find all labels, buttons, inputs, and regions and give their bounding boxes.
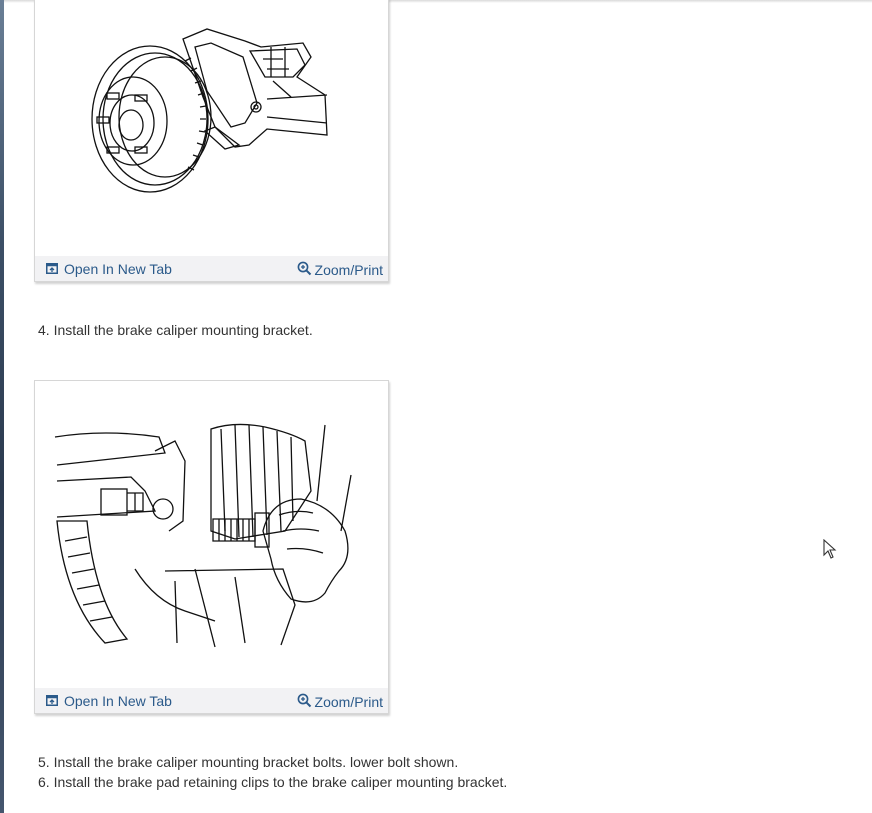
zoom-print-link[interactable]: Zoom/Print [297,693,383,711]
figure-2-image [35,381,388,688]
step-6-text: 6. Install the brake pad retaining clips… [38,774,508,790]
step-5-text: 5. Install the brake caliper mounting br… [38,754,459,770]
open-new-tab-icon [46,261,58,277]
figure-2: Open In New Tab Zoom/Print [34,380,389,714]
zoom-print-label: Zoom/Print [314,262,383,278]
mouse-cursor-icon [823,538,837,564]
zoom-print-label: Zoom/Print [314,694,383,710]
open-new-tab-icon [46,693,58,709]
open-in-new-tab-label: Open In New Tab [64,261,172,277]
caliper-bracket-bolt-illustration [54,423,352,648]
zoom-print-link[interactable]: Zoom/Print [297,261,383,279]
figure-2-toolbar: Open In New Tab Zoom/Print [35,688,388,713]
figure-1-toolbar: Open In New Tab Zoom/Print [35,256,388,281]
open-in-new-tab-link[interactable]: Open In New Tab [46,261,172,277]
brake-rotor-illustration [91,28,328,193]
open-in-new-tab-label: Open In New Tab [64,693,172,709]
zoom-in-icon [297,261,312,279]
open-in-new-tab-link[interactable]: Open In New Tab [46,693,172,709]
figure-1: Open In New Tab Zoom/Print [34,0,389,282]
step-4-text: 4. Install the brake caliper mounting br… [38,322,313,338]
zoom-in-icon [297,693,312,711]
figure-1-image [35,0,388,256]
window-left-edge [0,0,4,813]
